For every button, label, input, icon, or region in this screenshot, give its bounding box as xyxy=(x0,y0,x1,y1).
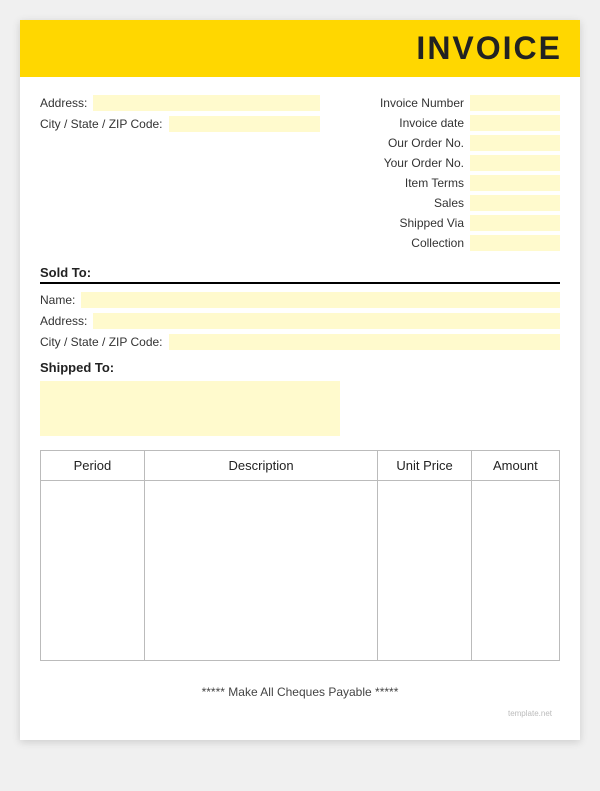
col-amount: Amount xyxy=(471,451,559,481)
address-input[interactable] xyxy=(93,95,320,111)
invoice-date-label: Invoice date xyxy=(399,116,464,130)
invoice-content: Address: City / State / ZIP Code: Invoic… xyxy=(20,77,580,732)
watermark: template.net xyxy=(40,709,560,722)
our-order-row: Our Order No. xyxy=(340,135,560,151)
sold-to-fields: Name: Address: City / State / ZIP Code: xyxy=(40,292,560,350)
collection-input[interactable] xyxy=(470,235,560,251)
sales-input[interactable] xyxy=(470,195,560,211)
right-info-block: Invoice Number Invoice date Our Order No… xyxy=(340,95,560,255)
collection-row: Collection xyxy=(340,235,560,251)
invoice-number-input[interactable] xyxy=(470,95,560,111)
col-unit-price: Unit Price xyxy=(378,451,471,481)
city-input[interactable] xyxy=(169,116,321,132)
invoice-page: INVOICE Address: City / State / ZIP Code… xyxy=(20,20,580,740)
sales-row: Sales xyxy=(340,195,560,211)
footer-text: ***** Make All Cheques Payable ***** xyxy=(202,685,399,699)
item-terms-row: Item Terms xyxy=(340,175,560,191)
shipped-to-label: Shipped To: xyxy=(40,360,560,375)
your-order-label: Your Order No. xyxy=(384,156,464,170)
address-label: Address: xyxy=(40,96,87,110)
our-order-label: Our Order No. xyxy=(388,136,464,150)
name-label: Name: xyxy=(40,293,75,307)
shipped-via-input[interactable] xyxy=(470,215,560,231)
address-row: Address: xyxy=(40,95,320,111)
your-order-input[interactable] xyxy=(470,155,560,171)
cell-period[interactable] xyxy=(41,481,145,661)
invoice-date-row: Invoice date xyxy=(340,115,560,131)
city2-input[interactable] xyxy=(169,334,561,350)
top-section: Address: City / State / ZIP Code: Invoic… xyxy=(40,95,560,255)
col-period: Period xyxy=(41,451,145,481)
invoice-number-label: Invoice Number xyxy=(380,96,464,110)
address2-input[interactable] xyxy=(93,313,560,329)
address2-label: Address: xyxy=(40,314,87,328)
col-description: Description xyxy=(144,451,378,481)
invoice-number-row: Invoice Number xyxy=(340,95,560,111)
city2-label: City / State / ZIP Code: xyxy=(40,335,163,349)
invoice-header: INVOICE xyxy=(20,20,580,77)
shipped-via-label: Shipped Via xyxy=(400,216,465,230)
invoice-footer: ***** Make All Cheques Payable ***** xyxy=(40,677,560,709)
your-order-row: Your Order No. xyxy=(340,155,560,171)
name-row: Name: xyxy=(40,292,560,308)
invoice-table: Period Description Unit Price Amount xyxy=(40,450,560,661)
name-input[interactable] xyxy=(81,292,560,308)
item-terms-input[interactable] xyxy=(470,175,560,191)
invoice-date-input[interactable] xyxy=(470,115,560,131)
left-address-block: Address: City / State / ZIP Code: xyxy=(40,95,320,255)
city2-row: City / State / ZIP Code: xyxy=(40,334,560,350)
sales-label: Sales xyxy=(434,196,464,210)
table-row xyxy=(41,481,560,661)
sold-to-section: Sold To: xyxy=(40,265,560,284)
invoice-title: INVOICE xyxy=(416,30,562,66)
shipped-to-section: Shipped To: xyxy=(40,360,560,436)
shipped-to-box[interactable] xyxy=(40,381,340,436)
our-order-input[interactable] xyxy=(470,135,560,151)
cell-description[interactable] xyxy=(144,481,378,661)
address2-row: Address: xyxy=(40,313,560,329)
collection-label: Collection xyxy=(411,236,464,250)
item-terms-label: Item Terms xyxy=(405,176,464,190)
city-label: City / State / ZIP Code: xyxy=(40,117,163,131)
sold-to-label: Sold To: xyxy=(40,265,560,284)
table-header-row: Period Description Unit Price Amount xyxy=(41,451,560,481)
cell-amount[interactable] xyxy=(471,481,559,661)
shipped-via-row: Shipped Via xyxy=(340,215,560,231)
city-row: City / State / ZIP Code: xyxy=(40,116,320,132)
cell-unit-price[interactable] xyxy=(378,481,471,661)
